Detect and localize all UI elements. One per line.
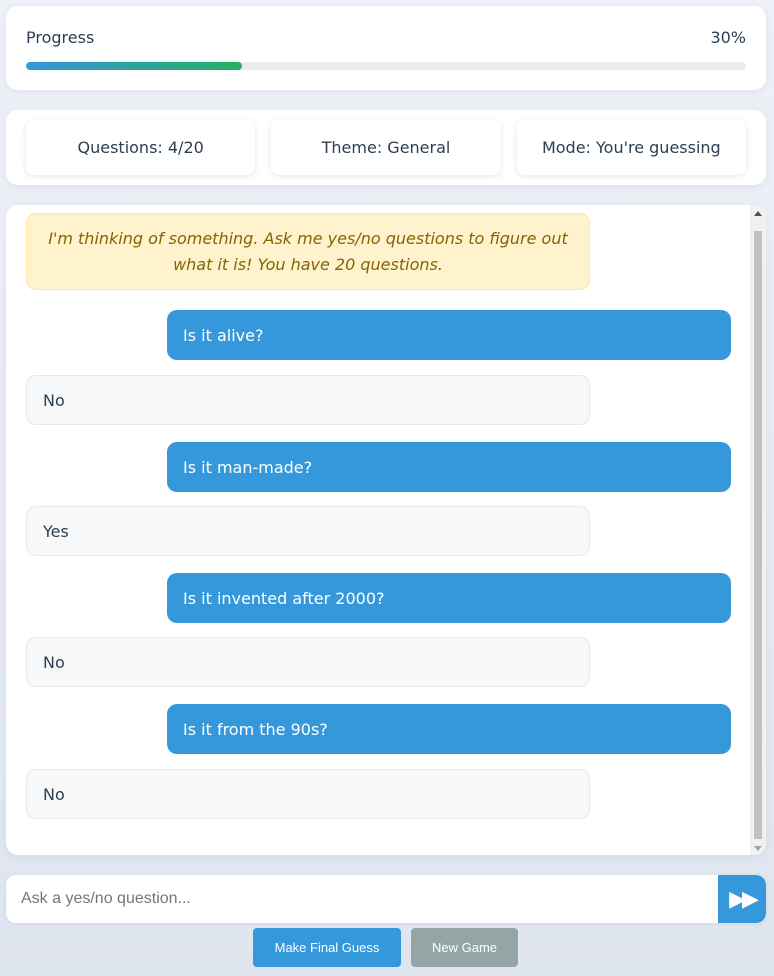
make-final-guess-button[interactable]: Make Final Guess	[253, 928, 401, 967]
questions-count-stat: Questions: 4/20	[26, 120, 256, 175]
intro-message: I'm thinking of something. Ask me yes/no…	[26, 213, 590, 290]
game-stats-panel: Questions: 4/20 Theme: General Mode: You…	[6, 110, 766, 185]
scroll-thumb[interactable]	[754, 231, 762, 839]
user-message: Is it man-made?	[167, 442, 731, 492]
scroll-up-arrow-icon[interactable]	[754, 211, 762, 216]
question-input[interactable]	[6, 875, 718, 923]
progress-panel: Progress 30%	[6, 6, 766, 90]
question-input-row: ▶▶	[6, 875, 766, 923]
progress-label: Progress	[26, 28, 95, 47]
bot-message: Yes	[26, 506, 590, 556]
fast-forward-icon: ▶▶	[729, 886, 759, 912]
scroll-down-arrow-icon[interactable]	[754, 846, 762, 851]
user-message: Is it from the 90s?	[167, 704, 731, 754]
progress-bar-fill	[26, 62, 242, 70]
user-message: Is it alive?	[167, 310, 731, 360]
progress-value: 30%	[710, 28, 746, 47]
progress-bar	[26, 62, 746, 70]
bot-message: No	[26, 375, 590, 425]
send-button[interactable]: ▶▶	[718, 875, 766, 923]
mode-stat: Mode: You're guessing	[516, 120, 746, 175]
chat-scrollbar[interactable]	[750, 205, 766, 855]
theme-stat: Theme: General	[271, 120, 501, 175]
bot-message: No	[26, 637, 590, 687]
user-message: Is it invented after 2000?	[167, 573, 731, 623]
new-game-button[interactable]: New Game	[411, 928, 518, 967]
chat-messages: I'm thinking of something. Ask me yes/no…	[6, 205, 750, 855]
bot-message: No	[26, 769, 590, 819]
chat-log: I'm thinking of something. Ask me yes/no…	[6, 205, 766, 855]
